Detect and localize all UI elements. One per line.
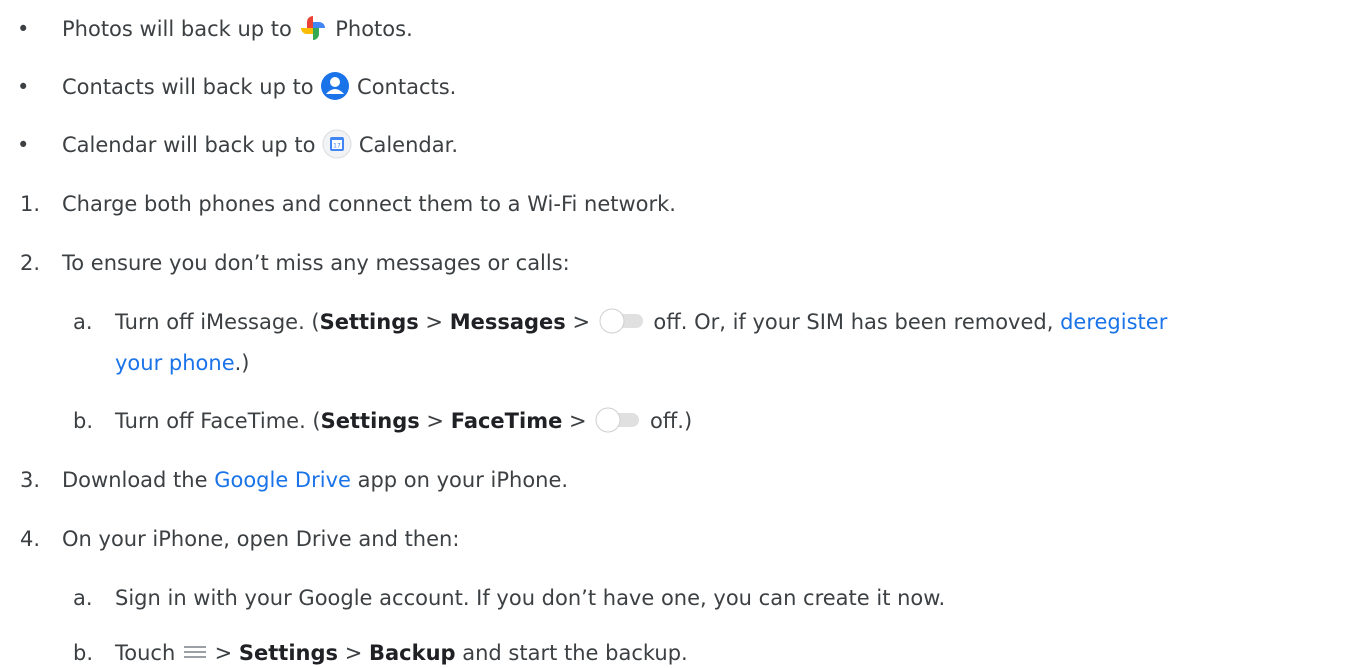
step-number: 3. bbox=[20, 468, 41, 492]
bullet-marker: • bbox=[17, 75, 30, 99]
substep-text: Turn off iMessage. (Settings > Messages … bbox=[115, 308, 1168, 334]
step-text: Download the Google Drive app on your iP… bbox=[62, 468, 569, 492]
google-contacts-icon bbox=[321, 72, 350, 100]
substep-text: Sign in with your Google account. If you… bbox=[115, 586, 946, 610]
substep-letter: b. bbox=[73, 641, 94, 665]
toggle-off-icon bbox=[595, 407, 640, 433]
step-number: 2. bbox=[20, 251, 41, 275]
bullet-text: Contacts will back up to Contacts. bbox=[62, 72, 456, 103]
substep-letter: a. bbox=[73, 586, 93, 610]
google-calendar-icon: 17 bbox=[322, 129, 352, 159]
bullet-marker: • bbox=[17, 17, 30, 41]
deregister-phone-link-cont[interactable]: your phone bbox=[115, 351, 235, 375]
step-number: 1. bbox=[20, 192, 41, 216]
deregister-phone-link[interactable]: deregister bbox=[1060, 310, 1167, 334]
step-number: 4. bbox=[20, 527, 41, 551]
google-photos-icon bbox=[300, 16, 325, 40]
svg-text:17: 17 bbox=[333, 143, 341, 150]
bullet-text: Calendar will back up to 17 Calendar. bbox=[62, 129, 458, 161]
step-text: Charge both phones and connect them to a… bbox=[62, 192, 676, 216]
google-drive-link[interactable]: Google Drive bbox=[214, 468, 351, 492]
substep-text: Touch > Settings > Backup and start the … bbox=[115, 641, 688, 665]
substep-letter: a. bbox=[73, 310, 93, 334]
substep-text: Turn off FaceTime. (Settings > FaceTime … bbox=[115, 407, 693, 433]
step-text: To ensure you don’t miss any messages or… bbox=[62, 251, 570, 275]
toggle-off-icon bbox=[599, 308, 643, 334]
bullet-text: Photos will back up to Photos. bbox=[62, 14, 413, 44]
bullet-marker: • bbox=[17, 133, 30, 157]
substep-letter: b. bbox=[73, 409, 94, 433]
step-text: On your iPhone, open Drive and then: bbox=[62, 527, 460, 551]
menu-icon bbox=[183, 646, 206, 658]
